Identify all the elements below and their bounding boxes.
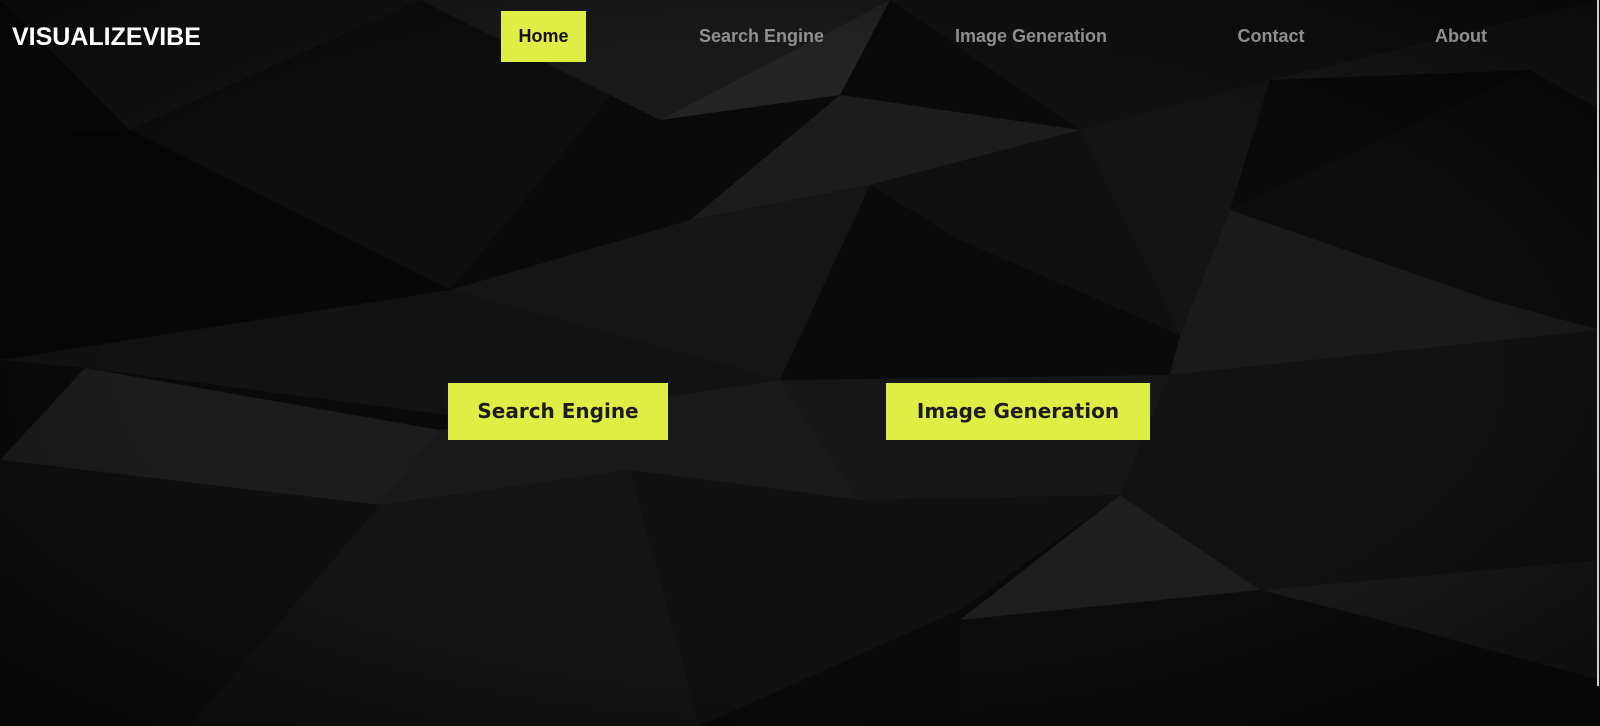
search-engine-button[interactable]: Search Engine [448, 383, 668, 440]
nav-contact-link[interactable]: Contact [1210, 11, 1332, 62]
nav-image-generation-link[interactable]: Image Generation [940, 11, 1122, 62]
top-navbar: VISUALIZEVIBE Home Search Engine Image G… [0, 0, 1600, 72]
polygon-background [0, 0, 1600, 726]
nav-home-link[interactable]: Home [501, 11, 586, 62]
brand-logo[interactable]: VISUALIZEVIBE [12, 22, 201, 52]
nav-about-link[interactable]: About [1410, 11, 1512, 62]
nav-search-engine-link[interactable]: Search Engine [680, 11, 843, 62]
page: VISUALIZEVIBE Home Search Engine Image G… [0, 0, 1600, 726]
image-generation-button[interactable]: Image Generation [886, 383, 1150, 440]
scrollbar-edge[interactable] [1597, 0, 1599, 686]
